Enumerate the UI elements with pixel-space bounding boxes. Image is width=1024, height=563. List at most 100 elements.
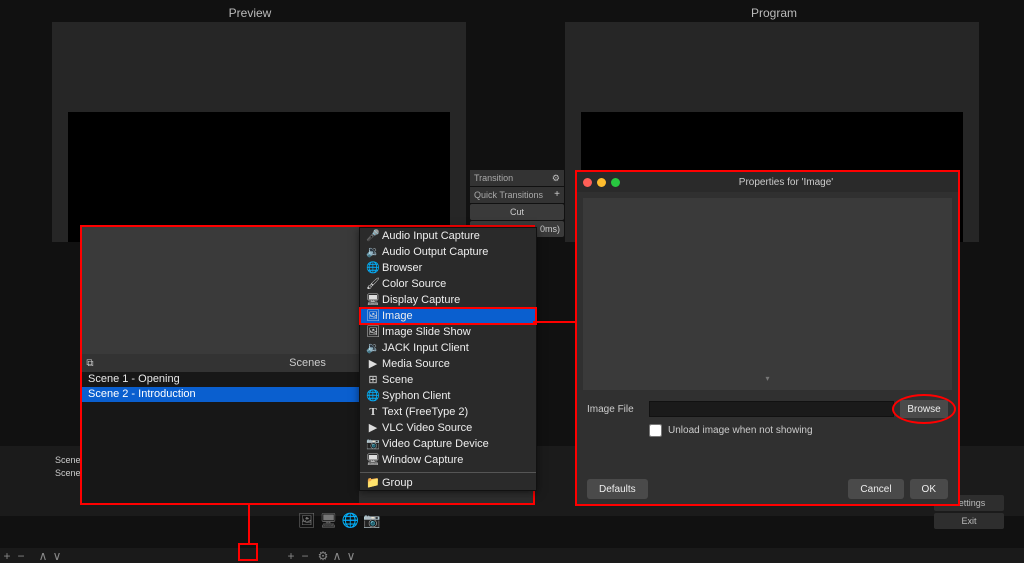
menu-item-window-capture[interactable]: 🖥Window Capture <box>360 452 536 468</box>
source-add-button[interactable]: + <box>284 549 298 563</box>
annotation-connector-horizontal <box>533 321 577 323</box>
menu-item-image-slide-show[interactable]: 🖼Image Slide Show <box>360 324 536 340</box>
preview-canvas[interactable] <box>68 112 450 242</box>
speaker-icon: 🔉 <box>364 340 382 356</box>
menu-item-label: Audio Input Capture <box>382 228 480 244</box>
brush-icon: 🖌 <box>364 276 382 292</box>
menu-item-label: JACK Input Client <box>382 340 469 356</box>
quick-transitions-header: Quick Transitions + <box>470 187 564 203</box>
annotation-connector-vertical <box>248 505 250 545</box>
menu-item-syphon-client[interactable]: 🌐Syphon Client <box>360 388 536 404</box>
scene-down-button[interactable]: ∨ <box>50 549 64 563</box>
menu-item-label: Text (FreeType 2) <box>382 404 468 420</box>
source-up-button[interactable]: ∧ <box>330 549 344 563</box>
plus-icon[interactable]: + <box>554 187 560 203</box>
cancel-button[interactable]: Cancel <box>848 479 903 499</box>
window-icon: 🖥 <box>364 452 382 468</box>
window-controls[interactable] <box>583 178 620 187</box>
menu-item-group[interactable]: 📁Group <box>360 472 536 490</box>
menu-item-label: Display Capture <box>382 292 460 308</box>
minimize-icon[interactable] <box>597 178 606 187</box>
menu-item-scene[interactable]: ⊞Scene <box>360 372 536 388</box>
menu-item-media-source[interactable]: ▶Media Source <box>360 356 536 372</box>
menu-item-label: Syphon Client <box>382 388 451 404</box>
image-icon: 🖼 <box>364 308 382 324</box>
menu-item-label: Color Source <box>382 276 446 292</box>
text-icon: T <box>364 404 382 420</box>
menu-item-label: Window Capture <box>382 452 463 468</box>
image-file-label: Image File <box>587 404 643 415</box>
scenes-popup: ⧉ Scenes ⧉ Scene 1 - Opening Scene 2 - I… <box>80 225 535 505</box>
preview-panel[interactable] <box>52 22 466 242</box>
transition-header-label: Transition <box>474 170 513 186</box>
menu-item-display-capture[interactable]: 🖥Display Capture <box>360 292 536 308</box>
cut-transition-button[interactable]: Cut <box>470 204 564 220</box>
program-label: Program <box>524 6 1024 20</box>
image-icon: 🖼 <box>364 324 382 340</box>
microphone-icon: 🎤 <box>364 228 382 244</box>
menu-item-image[interactable]: 🖼Image <box>360 308 536 324</box>
menu-item-label: Scene <box>382 372 413 388</box>
folder-icon: 📁 <box>364 475 382 491</box>
menu-item-jack-input-client[interactable]: 🔉JACK Input Client <box>360 340 536 356</box>
menu-item-label: VLC Video Source <box>382 420 472 436</box>
scene-add-button[interactable]: + <box>0 549 14 563</box>
scene-row[interactable]: Scene 2 - Introduction <box>82 387 359 402</box>
ok-button[interactable]: OK <box>910 479 948 499</box>
menu-item-audio-input-capture[interactable]: 🎤Audio Input Capture <box>360 228 536 244</box>
globe-icon: 🌐 <box>364 260 382 276</box>
speaker-icon: 🔉 <box>364 244 382 260</box>
dock-toolbar: + − ∧ ∨ + − ⚙ ∧ ∨ <box>0 548 1024 563</box>
maximize-icon[interactable] <box>611 178 620 187</box>
menu-item-label: Video Capture Device <box>382 436 489 452</box>
quick-transitions-label: Quick Transitions <box>474 187 543 203</box>
dialog-title: Properties for 'Image' <box>620 177 952 188</box>
properties-preview-area <box>583 198 952 390</box>
play-icon: ▶ <box>364 356 382 372</box>
menu-item-color-source[interactable]: 🖌Color Source <box>360 276 536 292</box>
unload-checkbox[interactable] <box>649 424 662 437</box>
menu-item-text-freetype2[interactable]: TText (FreeType 2) <box>360 404 536 420</box>
gear-icon[interactable]: ⚙ <box>552 170 560 186</box>
chevron-down-icon[interactable]: ▾ <box>765 374 769 383</box>
menu-item-video-capture-device[interactable]: 📷Video Capture Device <box>360 436 536 452</box>
source-down-button[interactable]: ∨ <box>344 549 358 563</box>
unload-checkbox-row[interactable]: Unload image when not showing <box>577 422 958 439</box>
close-icon[interactable] <box>583 178 592 187</box>
properties-dialog: Properties for 'Image' ▾ Image File Brow… <box>575 170 960 506</box>
exit-button[interactable]: Exit <box>934 513 1004 529</box>
add-source-menu[interactable]: 🎤Audio Input Capture 🔉Audio Output Captu… <box>359 227 537 491</box>
transition-header: Transition ⚙ <box>470 170 564 186</box>
source-remove-button[interactable]: − <box>298 549 312 563</box>
menu-item-label: Group <box>382 475 413 491</box>
source-settings-button[interactable]: ⚙ <box>316 549 330 563</box>
unload-checkbox-label: Unload image when not showing <box>668 425 813 436</box>
play-icon: ▶ <box>364 420 382 436</box>
globe-icon: 🌐 <box>364 388 382 404</box>
browse-button[interactable]: Browse <box>900 400 948 418</box>
menu-item-label: Image Slide Show <box>382 324 471 340</box>
annotation-plus-highlight <box>238 543 258 561</box>
menu-item-label: Image <box>382 308 413 324</box>
dialog-titlebar[interactable]: Properties for 'Image' <box>577 172 958 192</box>
menu-item-label: Media Source <box>382 356 450 372</box>
dialog-footer: Defaults Cancel OK <box>577 474 958 504</box>
camera-icon: 📷 <box>364 436 382 452</box>
image-file-row: Image File Browse <box>577 396 958 422</box>
image-file-input[interactable] <box>649 401 894 417</box>
preview-label: Preview <box>0 6 500 20</box>
scenes-list[interactable]: Scene 1 - Opening Scene 2 - Introduction <box>82 372 359 503</box>
scene-row[interactable]: Scene 1 - Opening <box>82 372 359 387</box>
menu-item-browser[interactable]: 🌐Browser <box>360 260 536 276</box>
scene-up-button[interactable]: ∧ <box>36 549 50 563</box>
mini-scene-label-1: Scene <box>55 455 81 465</box>
scene-icon: ⊞ <box>364 372 382 388</box>
scene-remove-button[interactable]: − <box>14 549 28 563</box>
menu-item-audio-output-capture[interactable]: 🔉Audio Output Capture <box>360 244 536 260</box>
defaults-button[interactable]: Defaults <box>587 479 648 499</box>
menu-item-label: Audio Output Capture <box>382 244 488 260</box>
menu-item-vlc-video-source[interactable]: ▶VLC Video Source <box>360 420 536 436</box>
source-type-icons: 🖼🖥🌐📷 <box>298 512 384 529</box>
dock-popout-icon[interactable]: ⧉ <box>82 358 98 369</box>
menu-item-label: Browser <box>382 260 422 276</box>
